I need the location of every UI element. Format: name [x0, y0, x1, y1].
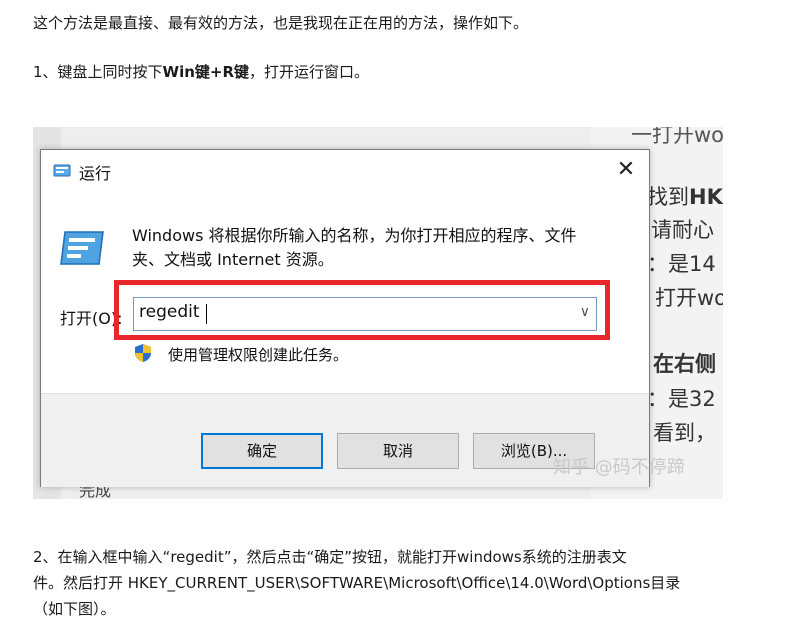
shield-icon	[135, 344, 151, 362]
close-icon: ✕	[616, 157, 636, 182]
run-app-icon	[60, 231, 104, 265]
run-dialog-screenshot: 一打开wo 找到HK 请耐心 ：是14 打开wo 在右侧 ：是32 看到， 完成…	[33, 127, 723, 499]
bg-fragment: 看到，	[653, 421, 716, 445]
cancel-button[interactable]: 取消	[337, 433, 459, 469]
intro-text: 这个方法是最直接、最有效的方法，也是我现在正在用的方法，操作如下。	[33, 14, 529, 32]
intro-paragraph: 这个方法是最直接、最有效的方法，也是我现在正在用的方法，操作如下。	[33, 10, 528, 36]
step2-line: 2、在输入框中输入“regedit”，然后点击“确定”按钮，就能打开window…	[33, 548, 627, 566]
red-highlight-box	[114, 280, 610, 340]
admin-note-text: 使用管理权限创建此任务。	[168, 346, 349, 364]
run-icon	[53, 164, 71, 177]
bg-fragment: 打开wo	[655, 286, 723, 310]
bg-fragment: 一打开wo	[631, 127, 723, 147]
dialog-description: Windows 将根据你所输入的名称，为你打开相应的程序、文件夹、文档或 Int…	[132, 226, 577, 269]
bg-fragment: 找到HK	[647, 181, 723, 211]
bg-fragment: ：是14	[647, 252, 716, 276]
bg-fragment: ：是32	[647, 387, 716, 411]
bg-fragment-text: 找到	[647, 185, 689, 209]
step2-line: 件。然后打开 HKEY_CURRENT_USER\SOFTWARE\Micros…	[33, 574, 681, 592]
step2-paragraph: 2、在输入框中输入“regedit”，然后点击“确定”按钮，就能打开window…	[33, 544, 733, 622]
bg-fragment: 请耐心	[651, 218, 714, 242]
dialog-titlebar: 运行 ✕	[41, 150, 649, 192]
bg-fragment: 在右侧	[653, 352, 716, 376]
dialog-title: 运行	[79, 164, 112, 183]
step1-keys: Win键+R键	[162, 63, 250, 81]
run-dialog: 运行 ✕ Windows 将根据你所输入的名称，为你打开相应的程序、文件夹、文档…	[40, 149, 650, 487]
watermark: 知乎 @码不停蹄	[553, 457, 685, 478]
step1-suffix: ，打开运行窗口。	[249, 63, 370, 81]
step1-paragraph: 1、键盘上同时按下Win键+R键，打开运行窗口。	[33, 59, 369, 85]
bg-fragment-bold: HK	[689, 185, 723, 209]
ok-button[interactable]: 确定	[201, 433, 323, 469]
step2-line: （如下图）。	[33, 600, 116, 618]
step1-prefix: 1、键盘上同时按下	[33, 63, 163, 81]
close-button[interactable]: ✕	[611, 154, 641, 186]
